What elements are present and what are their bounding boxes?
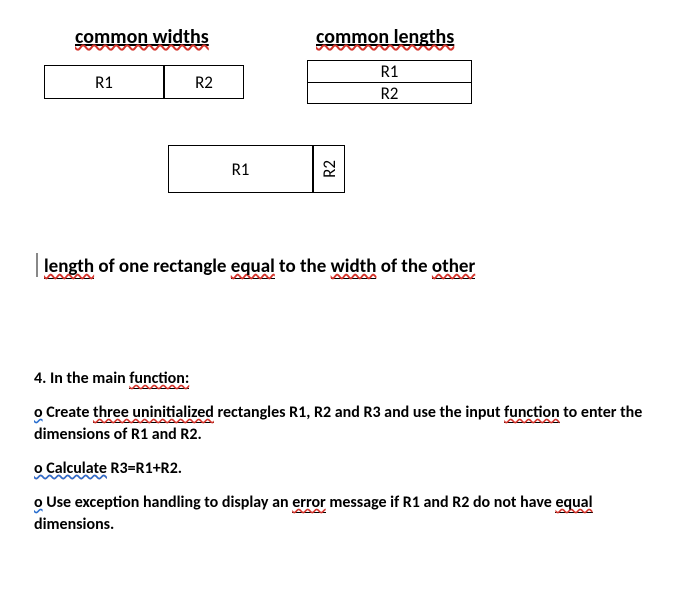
text-cursor — [36, 253, 38, 277]
text: dimensions. — [34, 515, 114, 534]
rect-label: R1 — [95, 72, 113, 93]
text: R3=R1+R2. — [107, 459, 182, 478]
caption-text: of one rectangle — [94, 255, 231, 278]
caption-word: equal — [231, 255, 275, 279]
text: error — [292, 493, 326, 513]
section-4-item-b: o Calculate R3=R1+R2. — [34, 458, 648, 480]
rect-label: R2 — [319, 160, 340, 178]
rect-bottom-r2: R2 — [313, 145, 345, 193]
rect-label: R1 — [381, 61, 399, 82]
rect-bottom-r1: R1 — [168, 145, 313, 193]
text: equal — [555, 493, 592, 513]
caption-word: length — [44, 255, 94, 279]
section-4-item-a: o Create three uninitialized rectangles … — [34, 402, 648, 445]
heading-text: common lengths — [316, 25, 454, 49]
text: Create — [43, 403, 93, 422]
caption-word: width — [331, 255, 377, 279]
text: Use exception handling to display an — [43, 493, 293, 512]
rect-widths-r2: R2 — [164, 65, 244, 99]
text: rectangles R1, R2 and R3 and use the inp… — [214, 403, 504, 422]
caption-text: of the — [376, 255, 431, 278]
bullet-o-phrase: o Calculate — [34, 459, 107, 478]
rect-lengths-r1: R1 — [307, 60, 472, 82]
text: three uninitialized — [93, 403, 214, 423]
rect-label: R2 — [195, 72, 213, 93]
rect-label: R2 — [381, 83, 399, 104]
heading-common-widths: common widths — [75, 25, 209, 49]
bullet-o: o — [34, 403, 43, 422]
text: function — [504, 403, 559, 423]
section-4-item-c: o Use exception handling to display an e… — [34, 492, 648, 535]
rect-widths-r1: R1 — [44, 65, 164, 99]
bullet-o: o — [34, 493, 43, 512]
text: 4. In the main — [34, 369, 129, 388]
caption-word: other — [432, 255, 475, 279]
rect-lengths-r2: R2 — [307, 82, 472, 104]
rect-label: R1 — [232, 159, 250, 180]
section-4-lead: 4. In the main function: — [34, 368, 648, 390]
heading-common-lengths: common lengths — [316, 25, 454, 49]
heading-text: common widths — [75, 25, 209, 49]
text: o Calculate — [34, 459, 107, 478]
caption-text: to the — [275, 255, 331, 278]
text: function: — [129, 369, 189, 389]
caption-line: length of one rectangle equal to the wid… — [44, 255, 648, 278]
text: message if R1 and R2 do not have — [326, 493, 556, 512]
